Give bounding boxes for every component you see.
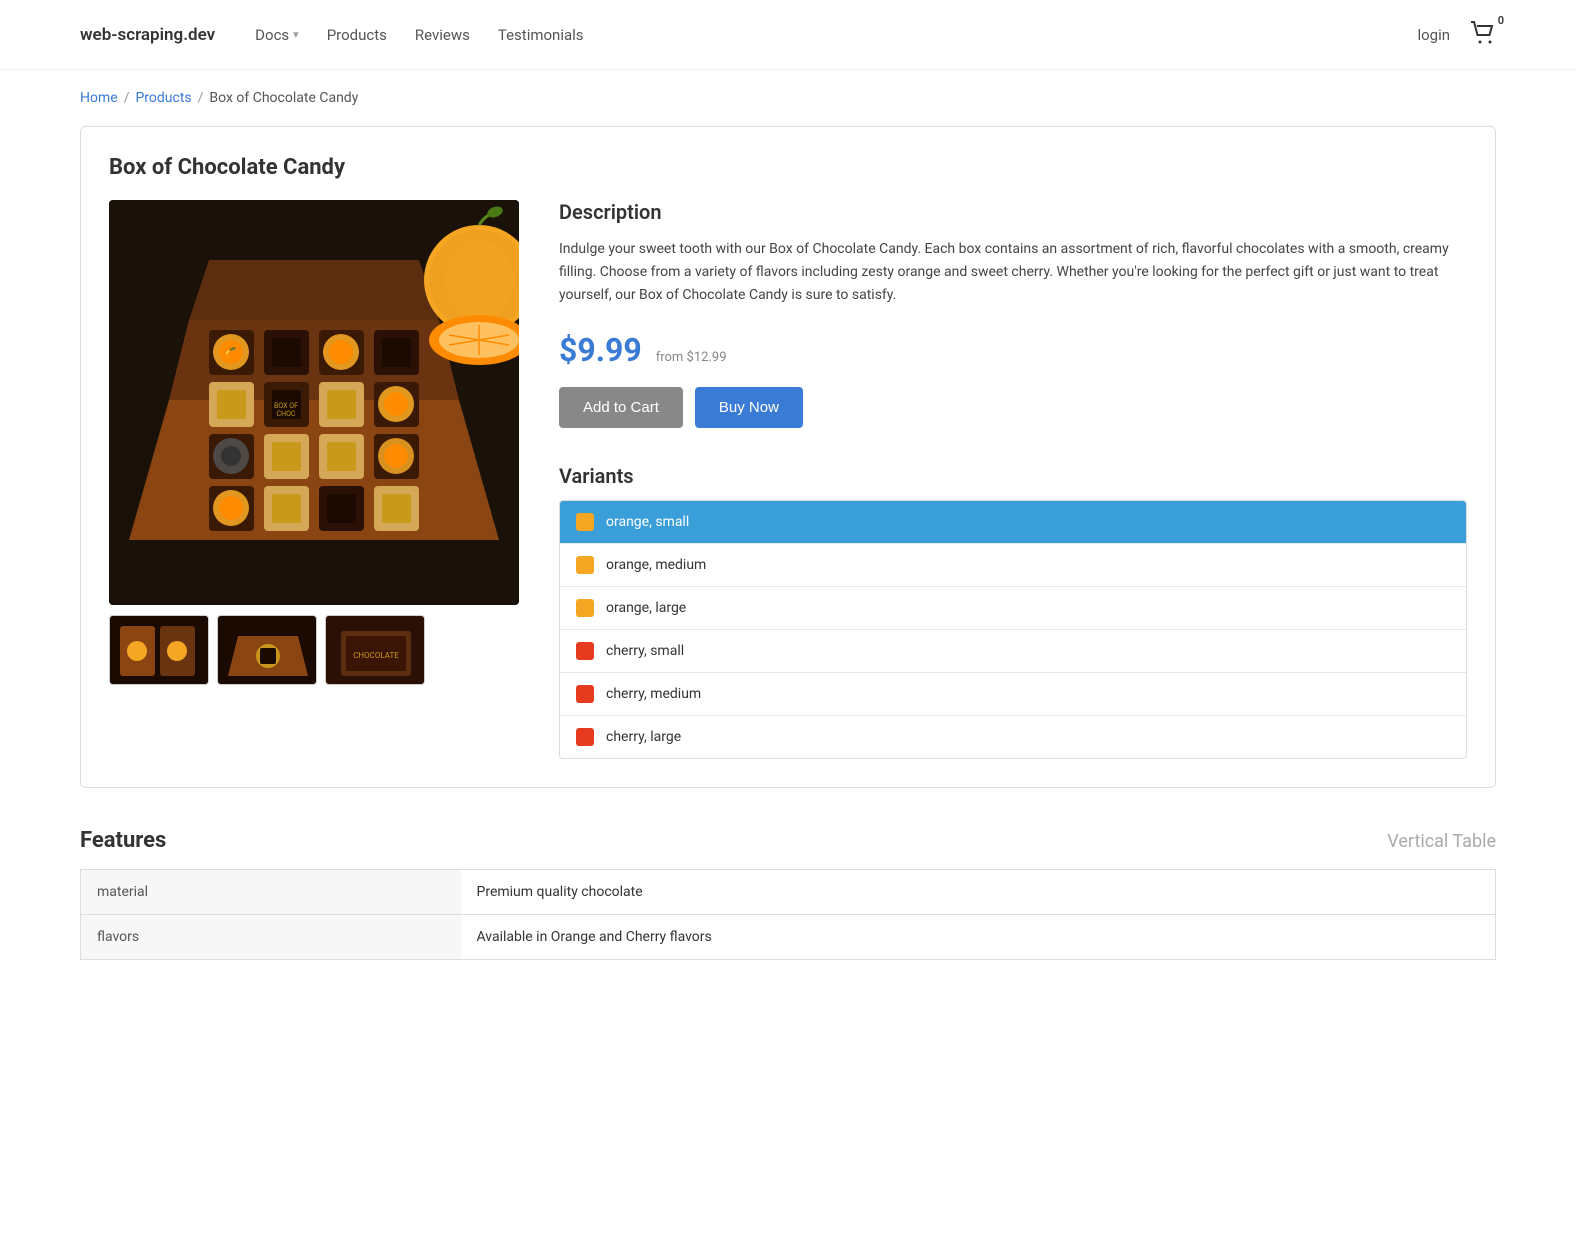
variant-label-orange-medium: orange, medium (606, 557, 706, 573)
variant-item-orange-small[interactable]: orange, small (560, 501, 1466, 544)
variant-item-orange-medium[interactable]: orange, medium (560, 544, 1466, 587)
svg-text:CHOC: CHOC (277, 410, 296, 418)
breadcrumb-products[interactable]: Products (135, 90, 191, 106)
variant-swatch-cherry-large (576, 728, 594, 746)
variant-swatch-orange-small (576, 513, 594, 531)
features-title: Features (80, 828, 166, 853)
variant-swatch-cherry-small (576, 642, 594, 660)
features-view-label: Vertical Table (1387, 831, 1496, 852)
navbar: web-scraping.dev Docs ▾ Products Reviews… (0, 0, 1576, 70)
variants-title: Variants (559, 464, 1467, 488)
breadcrumb-home[interactable]: Home (80, 90, 118, 106)
nav-testimonials[interactable]: Testimonials (498, 26, 584, 44)
product-body: 🍊 BOX OF CHOC (109, 200, 1467, 759)
variant-item-cherry-large[interactable]: cherry, large (560, 716, 1466, 758)
nav-reviews[interactable]: Reviews (415, 26, 470, 44)
product-title: Box of Chocolate Candy (109, 155, 1467, 180)
main-product-image: 🍊 BOX OF CHOC (109, 200, 519, 605)
cart-count: 0 (1498, 14, 1504, 27)
feature-key: flavors (81, 915, 461, 960)
product-images: 🍊 BOX OF CHOC (109, 200, 519, 759)
variant-swatch-orange-medium (576, 556, 594, 574)
login-link[interactable]: login (1417, 26, 1450, 44)
nav-right: login 0 (1417, 20, 1496, 50)
feature-key: material (81, 870, 461, 915)
variant-item-cherry-small[interactable]: cherry, small (560, 630, 1466, 673)
description-text: Indulge your sweet tooth with our Box of… (559, 238, 1467, 307)
features-table: materialPremium quality chocolateflavors… (80, 869, 1496, 960)
variant-label-orange-large: orange, large (606, 600, 686, 616)
svg-text:BOX OF: BOX OF (274, 402, 298, 410)
cart-button[interactable]: 0 (1470, 20, 1496, 50)
features-header: Features Vertical Table (80, 828, 1496, 853)
variant-item-orange-large[interactable]: orange, large (560, 587, 1466, 630)
nav-links: Docs ▾ Products Reviews Testimonials (255, 26, 1417, 44)
breadcrumb: Home / Products / Box of Chocolate Candy (0, 70, 1576, 126)
feature-value: Available in Orange and Cherry flavors (461, 915, 1496, 960)
breadcrumb-sep-2: / (198, 90, 204, 106)
button-row: Add to Cart Buy Now (559, 387, 1467, 428)
price-from: from $12.99 (656, 350, 727, 365)
buy-now-button[interactable]: Buy Now (695, 387, 803, 428)
feature-value: Premium quality chocolate (461, 870, 1496, 915)
thumbnail-1[interactable] (109, 615, 209, 685)
variant-item-cherry-medium[interactable]: cherry, medium (560, 673, 1466, 716)
variant-label-cherry-small: cherry, small (606, 643, 684, 659)
variant-label-cherry-medium: cherry, medium (606, 686, 701, 702)
variant-swatch-orange-large (576, 599, 594, 617)
features-section: Features Vertical Table materialPremium … (80, 828, 1496, 960)
svg-text:CHOCOLATE: CHOCOLATE (353, 651, 399, 660)
brand-logo: web-scraping.dev (80, 25, 215, 45)
thumbnail-3[interactable]: CHOCOLATE (325, 615, 425, 685)
add-to-cart-button[interactable]: Add to Cart (559, 387, 683, 428)
svg-text:🍊: 🍊 (224, 347, 239, 360)
cart-icon (1470, 20, 1496, 46)
nav-products[interactable]: Products (327, 26, 387, 44)
product-card: Box of Chocolate Candy 🍊 (80, 126, 1496, 788)
breadcrumb-current: Box of Chocolate Candy (209, 90, 358, 106)
thumbnail-row: CHOCOLATE (109, 615, 519, 685)
chocolate-box-illustration: 🍊 BOX OF CHOC (109, 200, 519, 605)
product-details: Description Indulge your sweet tooth wit… (559, 200, 1467, 759)
thumbnail-2[interactable] (217, 615, 317, 685)
feature-row: flavorsAvailable in Orange and Cherry fl… (81, 915, 1496, 960)
variant-label-cherry-large: cherry, large (606, 729, 681, 745)
chevron-down-icon: ▾ (293, 28, 299, 41)
feature-row: materialPremium quality chocolate (81, 870, 1496, 915)
price-row: $9.99 from $12.99 (559, 331, 1467, 369)
variant-swatch-cherry-medium (576, 685, 594, 703)
description-title: Description (559, 200, 1467, 224)
nav-docs[interactable]: Docs ▾ (255, 26, 299, 44)
breadcrumb-sep-1: / (124, 90, 130, 106)
price-main: $9.99 (559, 331, 642, 369)
variant-label-orange-small: orange, small (606, 514, 689, 530)
variant-list: orange, small orange, medium orange, large… (559, 500, 1467, 759)
